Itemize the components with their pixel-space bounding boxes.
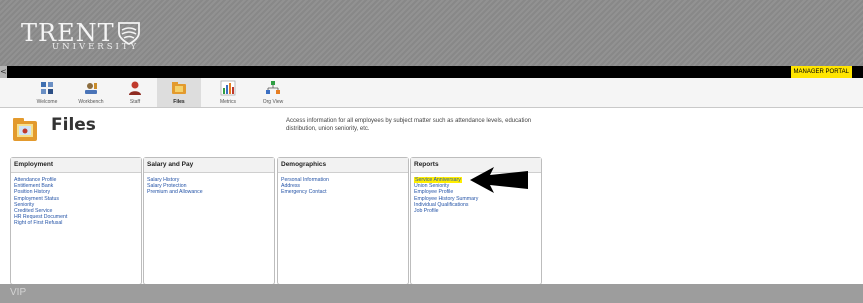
footer-logo: VIP bbox=[10, 287, 27, 298]
welcome-icon bbox=[41, 82, 53, 94]
toolbar-label: Metrics bbox=[219, 99, 237, 105]
footer-bar: VIP bbox=[0, 284, 863, 303]
toolbar-org-view[interactable]: Org View bbox=[251, 78, 295, 105]
workbench-icon bbox=[85, 83, 97, 94]
toolbar: Welcome Workbench Staff Files Metrics Or… bbox=[0, 78, 863, 108]
panel-links: Personal Information Address Emergency C… bbox=[278, 173, 408, 196]
files-title-icon bbox=[13, 118, 37, 141]
panel-title: Salary and Pay bbox=[144, 158, 274, 173]
panel-links: Attendance Profile Entitlement Bank Posi… bbox=[11, 173, 141, 227]
link-emergency-contact[interactable]: Emergency Contact bbox=[281, 189, 408, 195]
toolbar-staff[interactable]: Staff bbox=[113, 78, 157, 105]
link-job-profile[interactable]: Job Profile bbox=[414, 208, 541, 214]
toolbar-label: Org View bbox=[262, 99, 284, 105]
toolbar-label: Workbench bbox=[78, 99, 104, 105]
panel-demographics: Demographics Personal Information Addres… bbox=[277, 157, 409, 285]
manager-portal-badge[interactable]: MANAGER PORTAL bbox=[790, 66, 852, 78]
panel-links: Salary History Salary Protection Premium… bbox=[144, 173, 274, 196]
org-view-icon bbox=[266, 81, 280, 94]
nav-scroll-left-button[interactable]: < bbox=[0, 66, 7, 78]
toolbar-label: Staff bbox=[129, 99, 141, 105]
panel-salary-and-pay: Salary and Pay Salary History Salary Pro… bbox=[143, 157, 275, 285]
highlighted-link-text: Service Anniversary bbox=[414, 177, 462, 183]
staff-icon bbox=[129, 81, 141, 95]
link-premium-and-allowance[interactable]: Premium and Allowance bbox=[147, 189, 274, 195]
link-right-of-first-refusal[interactable]: Right of First Refusal bbox=[14, 220, 141, 226]
toolbar-label: Welcome bbox=[36, 99, 58, 105]
panel-title: Employment bbox=[11, 158, 141, 173]
page-title: Files bbox=[51, 115, 96, 135]
nav-bar bbox=[0, 66, 863, 78]
page-description: Access information for all employees by … bbox=[286, 118, 532, 132]
panel-employment: Employment Attendance Profile Entitlemen… bbox=[10, 157, 142, 285]
panel-title: Demographics bbox=[278, 158, 408, 173]
toolbar-files[interactable]: Files bbox=[157, 78, 201, 107]
files-icon bbox=[172, 82, 186, 94]
crest-icon bbox=[118, 22, 140, 45]
toolbar-welcome[interactable]: Welcome bbox=[25, 78, 69, 105]
toolbar-workbench[interactable]: Workbench bbox=[69, 78, 113, 105]
pointer-arrow-icon bbox=[470, 167, 528, 193]
metrics-icon bbox=[220, 80, 236, 96]
toolbar-label: Files bbox=[173, 99, 185, 105]
toolbar-metrics[interactable]: Metrics bbox=[206, 78, 250, 105]
